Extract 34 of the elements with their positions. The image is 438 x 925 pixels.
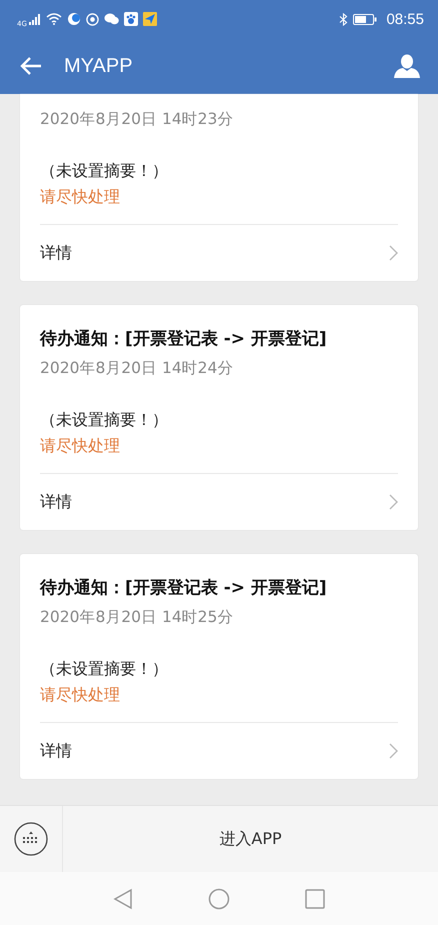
card-summary: （未设置摘要！） xyxy=(40,409,169,431)
urgent-note: 请尽快处理 xyxy=(40,684,121,706)
paw-icon xyxy=(124,12,138,26)
keyboard-icon xyxy=(14,822,48,856)
home-nav-icon[interactable] xyxy=(208,888,230,910)
wifi-icon xyxy=(46,13,62,25)
back-arrow-icon[interactable] xyxy=(20,57,42,75)
card-date: 2020年8月20日 14时25分 xyxy=(40,607,234,628)
chat-icon xyxy=(104,13,119,25)
app-title: MYAPP xyxy=(64,54,134,78)
recents-nav-icon[interactable] xyxy=(305,888,325,908)
card-date: 2020年8月20日 14时23分 xyxy=(40,109,234,130)
app-icon xyxy=(66,12,81,26)
card-title: 待办通知：[开票登记表 -> 开票登记] xyxy=(40,328,328,351)
user-icon[interactable] xyxy=(394,54,420,78)
app-icon xyxy=(86,12,99,26)
detail-link[interactable]: 详情 xyxy=(40,225,398,281)
bluetooth-icon xyxy=(339,12,348,26)
card-title: 待办通知：[开票登记表 -> 开票登记] xyxy=(40,577,328,600)
detail-link[interactable]: 详情 xyxy=(40,723,398,779)
chevron-right-icon xyxy=(389,743,398,759)
battery-icon xyxy=(353,14,378,24)
clock-time: 08:55 xyxy=(386,10,424,28)
card-summary: （未设置摘要！） xyxy=(40,160,169,182)
urgent-note: 请尽快处理 xyxy=(40,435,121,457)
card-date: 2020年8月20日 14时24分 xyxy=(40,358,234,379)
detail-link[interactable]: 详情 xyxy=(40,474,398,530)
urgent-note: 请尽快处理 xyxy=(40,186,121,208)
card-summary: （未设置摘要！） xyxy=(40,658,169,680)
send-icon xyxy=(142,12,157,26)
chevron-right-icon xyxy=(389,494,398,510)
signal-icon xyxy=(28,14,41,24)
back-nav-icon[interactable] xyxy=(113,888,133,910)
chevron-right-icon xyxy=(389,245,398,261)
